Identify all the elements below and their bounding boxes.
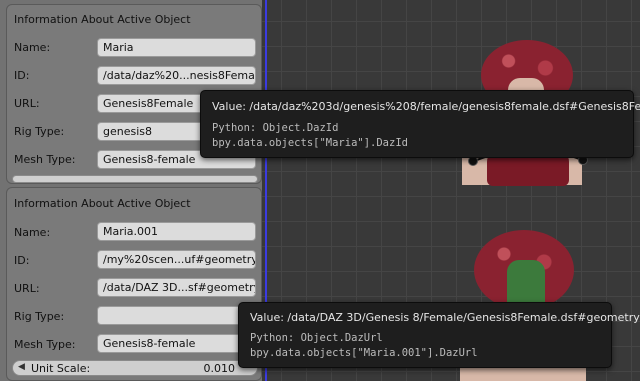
unit-scale-slider[interactable]: ◀ Unit Scale: 0.010 [12,360,258,376]
name-label: Name: [14,41,51,54]
section-1-slider[interactable] [12,175,258,183]
decrement-arrow-icon[interactable]: ◀ [18,362,25,372]
mesh-type-label: Mesh Type: [14,338,76,351]
tooltip-dazurl: Value: /data/DAZ 3D/Genesis 8/Female/Gen… [238,302,640,368]
tooltip-python: Python: Object.DazId [212,122,339,134]
url-field[interactable]: /data/DAZ 3D...sf#geometry [97,278,256,297]
tooltip-path: bpy.data.objects["Maria"].DazId [212,137,408,149]
tooltip-value: Value: /data/DAZ 3D/Genesis 8/Female/Gen… [250,311,640,324]
unit-scale-label: Unit Scale: [31,362,91,375]
rig-type-label: Rig Type: [14,310,65,323]
tooltip-python: Python: Object.DazUrl [250,332,383,344]
mesh-type-field[interactable]: Genesis8-female [97,334,256,353]
rig-type-field[interactable] [97,306,256,325]
tooltip-path: bpy.data.objects["Maria.001"].DazUrl [250,347,478,359]
id-label: ID: [14,69,30,82]
id-field[interactable]: /my%20scen...uf#geometry [97,250,256,269]
id-label: ID: [14,254,30,267]
rig-type-label: Rig Type: [14,125,65,138]
mesh-type-label: Mesh Type: [14,153,76,166]
url-label: URL: [14,282,40,295]
name-field[interactable]: Maria.001 [97,222,256,241]
tooltip-dazid: Value: /data/daz%203d/genesis%208/female… [200,90,640,158]
id-field[interactable]: /data/daz%20...nesis8Female [97,66,256,85]
section-title[interactable]: Information About Active Object [14,197,191,210]
name-label: Name: [14,226,51,239]
section-title[interactable]: Information About Active Object [14,13,191,26]
unit-scale-value: 0.010 [203,362,236,375]
url-label: URL: [14,97,40,110]
name-field[interactable]: Maria [97,38,256,57]
properties-panel: Information About Active Object Name: Ma… [0,0,262,381]
tooltip-value: Value: /data/daz%203d/genesis%208/female… [212,100,640,113]
